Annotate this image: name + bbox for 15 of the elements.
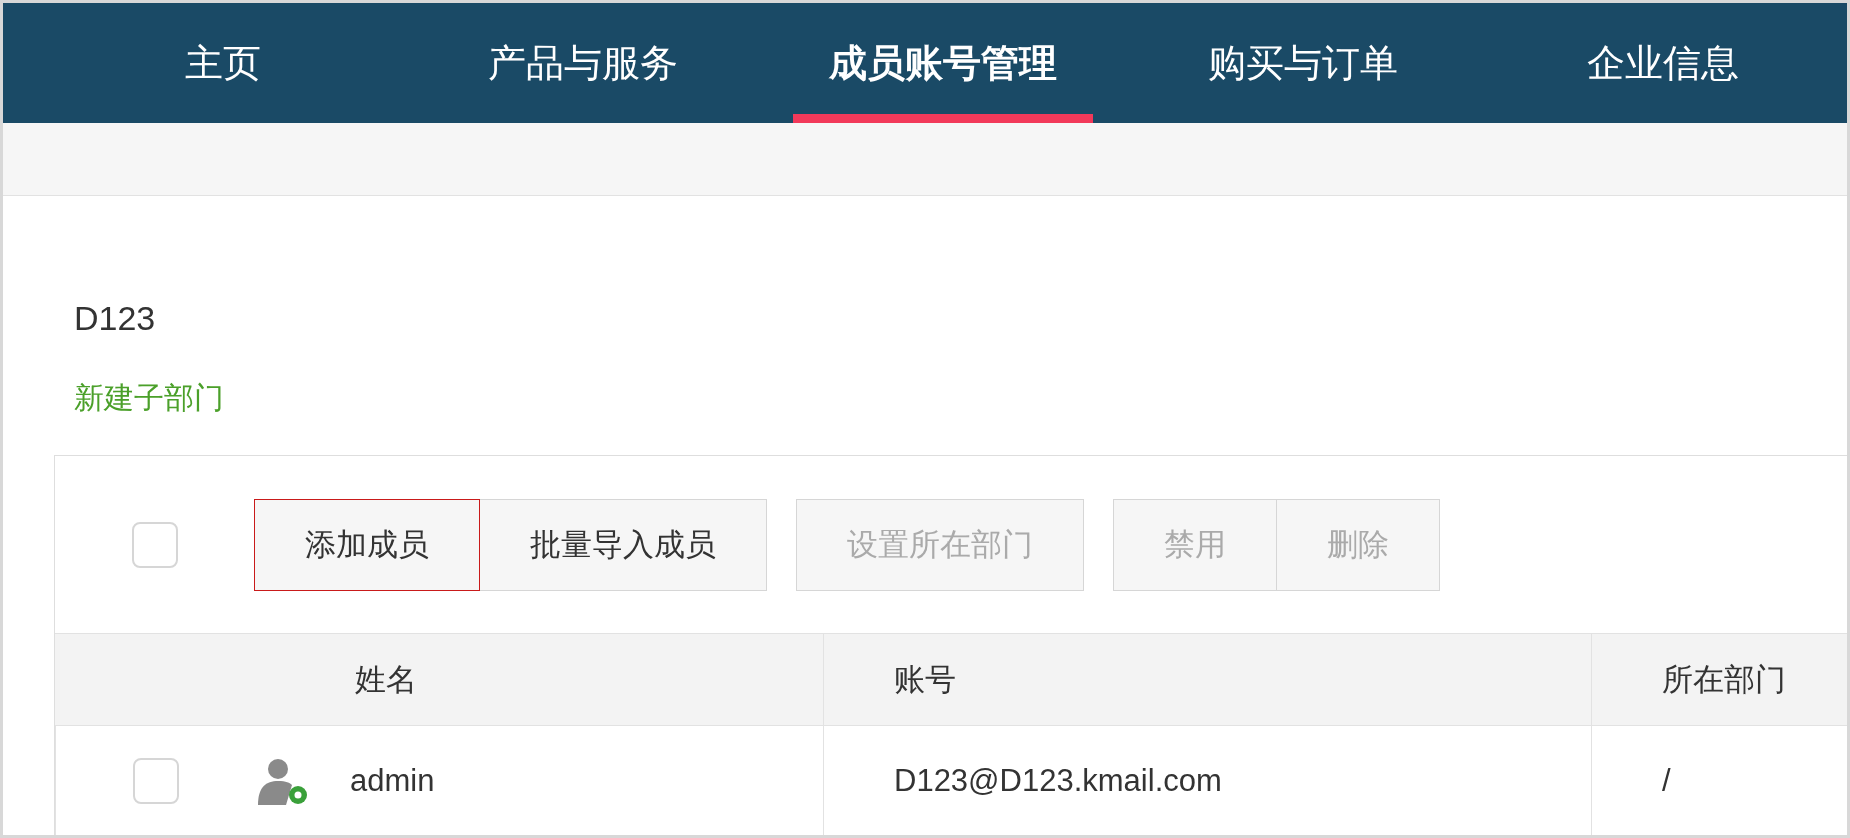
row-checkbox[interactable] [133,757,179,804]
account-email: D123@D123.kmail.com [894,762,1222,799]
nav-tab[interactable]: 企业信息 [1483,3,1843,123]
member-name: admin [350,762,435,799]
nav-tab[interactable]: 购买与订单 [1123,3,1483,123]
nav-tab[interactable]: 主页 [43,3,403,123]
department-title: D123 [74,301,157,335]
select-all-checkbox[interactable] [132,521,178,568]
toolbar-button[interactable]: 批量导入成员 [479,498,767,591]
column-header: 账号 [823,633,1591,725]
column-header: 姓名 [55,633,823,725]
department-cell: / [1662,762,1671,799]
column-header: 所在部门 [1591,633,1847,725]
nav-tab[interactable]: 产品与服务 [403,3,763,123]
toolbar-button[interactable]: 添加成员 [254,498,480,591]
